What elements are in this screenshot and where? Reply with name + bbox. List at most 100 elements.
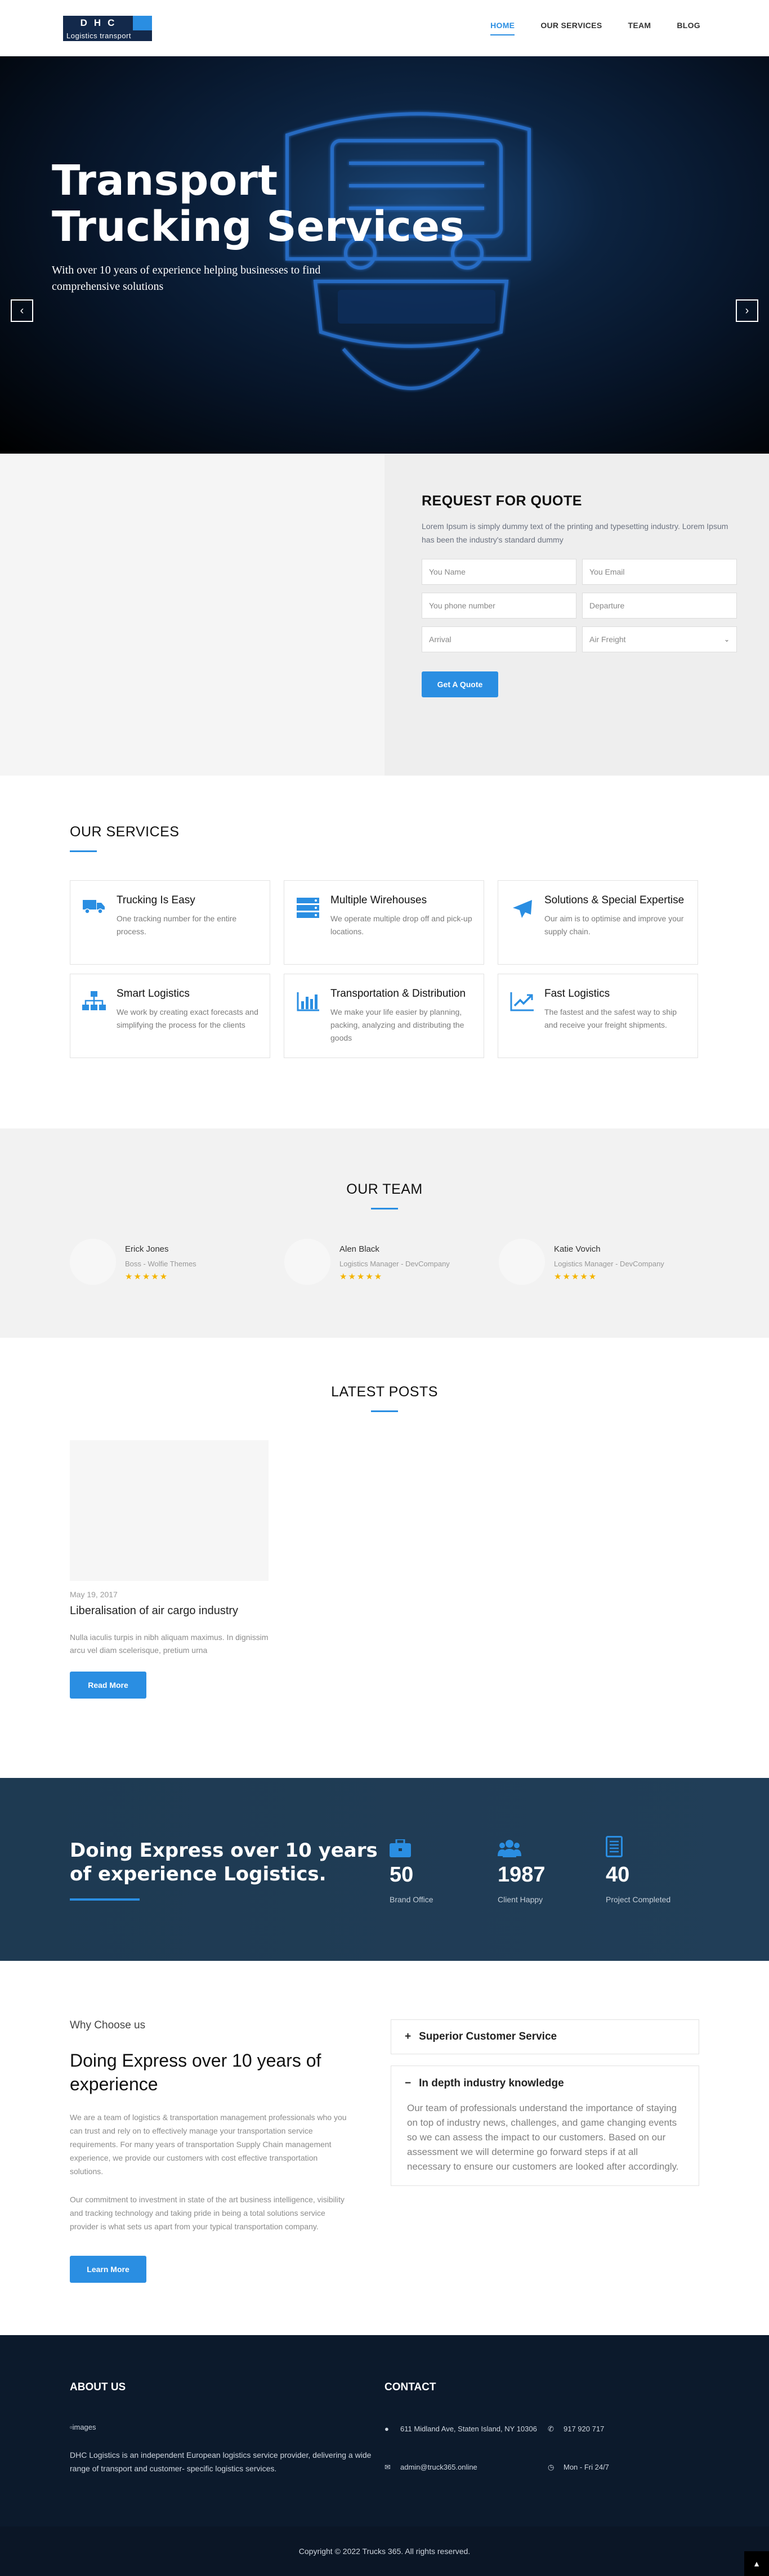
nav-blog[interactable]: BLOG <box>677 21 700 35</box>
name-field[interactable]: You Name <box>422 559 576 585</box>
star-rating: ★★★★★ <box>554 1272 598 1282</box>
avatar <box>70 1239 116 1285</box>
site-header: DHC Logistics transport HOME OUR SERVICE… <box>0 0 769 56</box>
counter: 40 Project Completed <box>606 1835 714 1904</box>
quote-section: REQUEST FOR QUOTE Lorem Ipsum is simply … <box>0 454 769 776</box>
back-to-top-button[interactable]: ▲ <box>744 2551 769 2576</box>
member-name: Alen Black <box>339 1244 379 1254</box>
service-title: Smart Logistics <box>117 988 190 1000</box>
users-icon <box>498 1835 606 1857</box>
team-grid: Erick Jones Boss - Wolfie Themes ★★★★★ A… <box>0 1239 769 1285</box>
quote-text: Lorem Ipsum is simply dummy text of the … <box>422 522 728 544</box>
sitemap-icon <box>82 988 106 1013</box>
service-card[interactable]: Smart Logistics We work by creating exac… <box>70 974 270 1058</box>
services-title: OUR SERVICES <box>70 824 180 840</box>
services-grid: Trucking Is Easy One tracking number for… <box>70 880 699 1058</box>
posts-section: LATEST POSTS May 19, 2017 Liberalisation… <box>0 1338 769 1778</box>
departure-field[interactable]: Departure <box>582 593 737 619</box>
member-name: Katie Vovich <box>554 1244 601 1254</box>
arrival-field[interactable]: Arrival <box>422 626 576 652</box>
read-more-button[interactable]: Read More <box>70 1672 146 1699</box>
nav-home[interactable]: HOME <box>490 21 515 35</box>
service-text: We operate multiple drop off and pick-up… <box>330 914 472 936</box>
quote-form: You Name You Email You phone number Depa… <box>422 559 737 652</box>
logo-accent <box>133 15 152 30</box>
contact-list: ● 611 Midland Ave, Staten Island, NY 103… <box>384 2423 699 2474</box>
title-underline <box>371 1410 398 1412</box>
map-marker-icon: ● <box>384 2425 389 2433</box>
logo-subtitle: Logistics transport <box>63 30 152 41</box>
counters: 50 Brand Office 1987 Client Happy 40 Pro… <box>390 1835 714 1904</box>
chevron-right-icon: › <box>745 304 749 317</box>
chevron-left-icon: ‹ <box>20 304 24 317</box>
why-paragraph: Our commitment to investment in state of… <box>70 2195 345 2231</box>
member-role: Logistics Manager - DevCompany <box>339 1260 450 1268</box>
title-underline <box>70 850 97 852</box>
service-text: The fastest and the safest way to ship a… <box>544 1007 677 1029</box>
chevron-down-icon: ⌄ <box>723 635 730 643</box>
get-quote-button[interactable]: Get A Quote <box>422 671 498 697</box>
nav-team[interactable]: TEAM <box>628 21 651 35</box>
briefcase-icon <box>390 1835 498 1857</box>
phone-field[interactable]: You phone number <box>422 593 576 619</box>
service-card[interactable]: Solutions & Special Expertise Our aim is… <box>498 880 698 965</box>
chevron-up-icon: ▲ <box>753 2559 761 2568</box>
posts-title: LATEST POSTS <box>331 1384 438 1400</box>
minus-icon: − <box>405 2077 412 2089</box>
server-icon <box>296 894 320 919</box>
service-card[interactable]: Fast Logistics The fastest and the safes… <box>498 974 698 1058</box>
accordion-title: Superior Customer Service <box>419 2031 557 2042</box>
team-member: Alen Black Logistics Manager - DevCompan… <box>284 1239 499 1285</box>
service-title: Transportation & Distribution <box>330 988 466 1000</box>
counter-number: 1987 <box>498 1863 546 1887</box>
plane-icon <box>509 894 534 919</box>
services-section: OUR SERVICES Trucking Is Easy One tracki… <box>0 776 769 1128</box>
contact-email[interactable]: ✉ admin@truck365.online <box>384 2461 548 2474</box>
service-card[interactable]: Transportation & Distribution We make yo… <box>284 974 484 1058</box>
accordion-header[interactable]: − In depth industry knowledge <box>391 2066 699 2101</box>
accordion-title: In depth industry knowledge <box>419 2077 564 2089</box>
counter: 1987 Client Happy <box>498 1835 606 1904</box>
team-member: Katie Vovich Logistics Manager - DevComp… <box>499 1239 713 1285</box>
accordion: + Superior Customer Service − In depth i… <box>391 2019 699 2335</box>
learn-more-button[interactable]: Learn More <box>70 2256 146 2283</box>
hero-slider: Transport Trucking Services With over 10… <box>0 56 769 454</box>
post-date: May 19, 2017 <box>70 1590 118 1599</box>
truck-icon <box>82 894 106 919</box>
logo[interactable]: DHC Logistics transport <box>63 15 152 41</box>
file-icon <box>606 1835 714 1857</box>
service-title: Trucking Is Easy <box>117 894 195 906</box>
freight-select-value: Air Freight <box>589 635 626 644</box>
email-text: admin@truck365.online <box>400 2463 477 2471</box>
accordion-item-industry-knowledge: − In depth industry knowledge Our team o… <box>391 2066 699 2186</box>
slider-prev-button[interactable]: ‹ <box>11 299 33 322</box>
quote-left-panel <box>0 454 384 776</box>
counter-label: Brand Office <box>390 1895 433 1904</box>
post-title[interactable]: Liberalisation of air cargo industry <box>70 1605 269 1618</box>
star-rating: ★★★★★ <box>339 1272 383 1282</box>
team-section: OUR TEAM Erick Jones Boss - Wolfie Theme… <box>0 1128 769 1338</box>
freight-select[interactable]: Air Freight ⌄ <box>582 626 737 652</box>
counter: 50 Brand Office <box>390 1835 498 1904</box>
nav-our-services[interactable]: OUR SERVICES <box>540 21 602 35</box>
post-image[interactable] <box>70 1440 269 1581</box>
broken-image: ▫images <box>70 2423 384 2431</box>
accordion-item-superior-customer-service[interactable]: + Superior Customer Service <box>391 2019 699 2054</box>
copyright-bar: Copyright © 2022 Trucks 365. All rights … <box>0 2526 769 2576</box>
phone-text: 917 920 717 <box>564 2425 605 2433</box>
clock-icon: ◷ <box>548 2463 555 2471</box>
service-card[interactable]: Trucking Is Easy One tracking number for… <box>70 880 270 965</box>
slider-next-button[interactable]: › <box>736 299 758 322</box>
avatar <box>284 1239 330 1285</box>
service-text: We work by creating exact forecasts and … <box>117 1007 258 1029</box>
about-title: ABOUT US <box>70 2381 126 2393</box>
email-field[interactable]: You Email <box>582 559 737 585</box>
member-role: Boss - Wolfie Themes <box>125 1260 196 1268</box>
service-title: Multiple Wirehouses <box>330 894 427 906</box>
title-underline <box>371 1208 398 1209</box>
contact-title: CONTACT <box>384 2381 436 2393</box>
contact-phone[interactable]: ✆ 917 920 717 <box>548 2423 694 2435</box>
about-text: DHC Logistics is an independent European… <box>70 2450 372 2473</box>
service-card[interactable]: Multiple Wirehouses We operate multiple … <box>284 880 484 965</box>
star-rating: ★★★★★ <box>125 1272 169 1282</box>
